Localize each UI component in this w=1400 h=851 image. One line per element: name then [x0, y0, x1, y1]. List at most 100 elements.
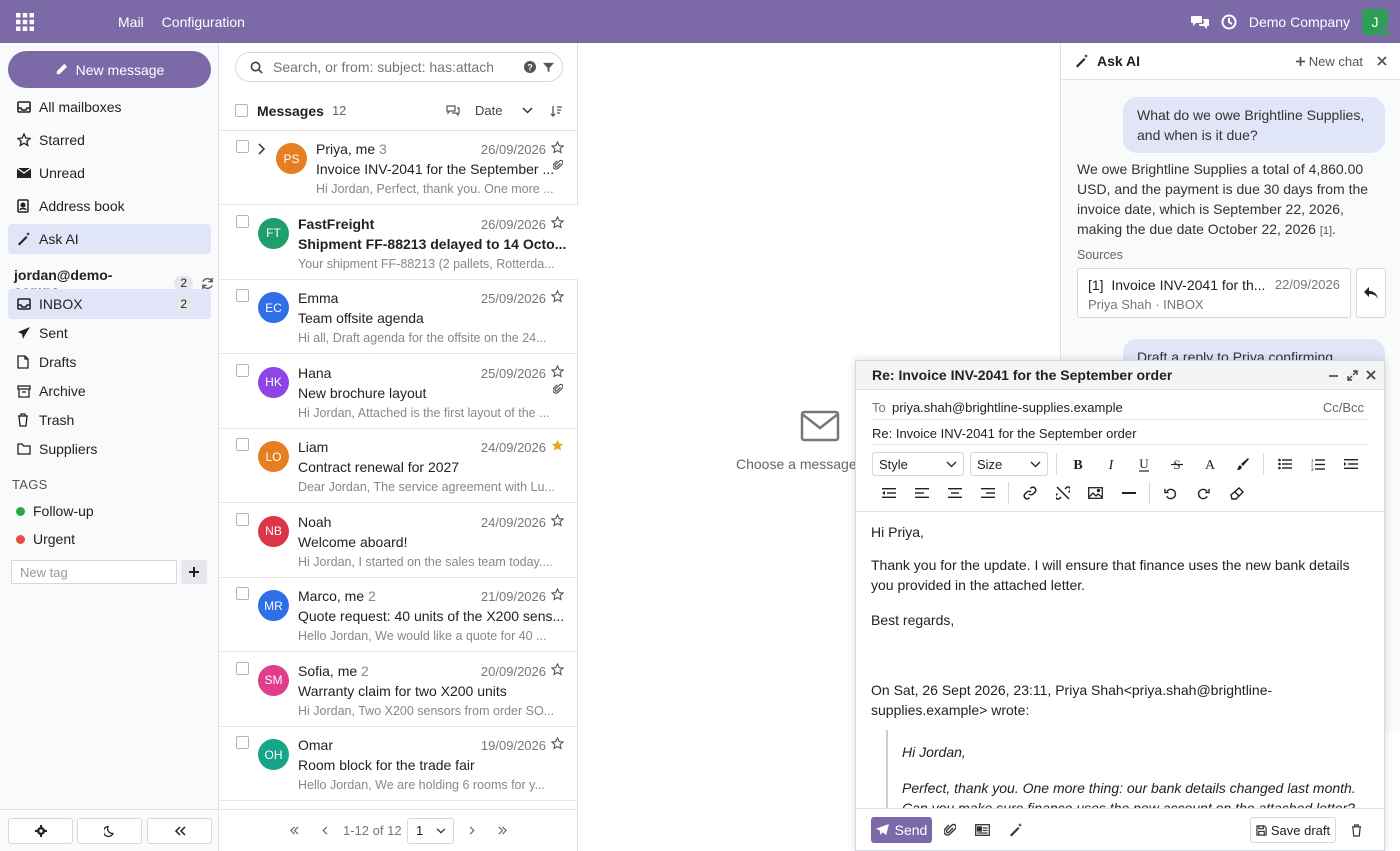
star-icon[interactable]	[551, 290, 564, 303]
expand-thread-icon[interactable]	[258, 143, 266, 155]
to-recipient[interactable]: priya.shah@brightline-supplies.example	[892, 400, 1123, 415]
sidebar-folder-archive[interactable]: Archive	[8, 376, 211, 406]
star-icon[interactable]	[551, 141, 564, 154]
align-center-icon[interactable]	[938, 481, 971, 505]
row-checkbox[interactable]	[236, 661, 249, 675]
thread-view-icon[interactable]	[446, 104, 460, 117]
star-icon[interactable]	[551, 513, 564, 527]
align-left-icon[interactable]	[905, 481, 938, 505]
strikethrough-icon[interactable]: S	[1160, 452, 1193, 476]
image-icon[interactable]	[1079, 481, 1112, 505]
message-row[interactable]: LO Liam 24/09/2026 Contract renewal for 20…	[220, 429, 578, 503]
star-icon[interactable]	[551, 215, 564, 229]
expand-icon[interactable]	[1347, 369, 1358, 381]
star-icon[interactable]	[551, 737, 564, 750]
checklist-icon[interactable]	[1334, 452, 1367, 476]
sidebar-folder-sent[interactable]: Sent	[8, 318, 211, 348]
sidebar-item-starred[interactable]: Starred	[8, 125, 211, 155]
row-checkbox[interactable]	[236, 214, 249, 228]
bold-icon[interactable]: B	[1061, 452, 1094, 476]
menu-mail[interactable]: Mail	[118, 14, 144, 30]
align-right-icon[interactable]	[971, 481, 1004, 505]
new-tag-input[interactable]: New tag	[11, 560, 177, 584]
sidebar-folder-drafts[interactable]: Drafts	[8, 347, 211, 377]
page-select[interactable]: 1	[407, 817, 454, 844]
citation-ref[interactable]: [1]	[1320, 225, 1332, 237]
row-checkbox[interactable]	[236, 438, 249, 451]
sidebar-folder-suppliers[interactable]: Suppliers	[8, 434, 211, 464]
template-icon[interactable]	[968, 817, 996, 843]
eraser-icon[interactable]	[1220, 481, 1253, 505]
company-switcher[interactable]: Demo Company	[1249, 14, 1350, 30]
message-row[interactable]: MR Marco, me 2 21/09/2026 Quote request: 40…	[220, 578, 578, 652]
trash-icon[interactable]	[1342, 817, 1370, 843]
row-checkbox[interactable]	[236, 736, 249, 749]
row-checkbox[interactable]	[236, 289, 249, 302]
sidebar-item-unread[interactable]: Unread	[8, 158, 211, 188]
next-page-icon[interactable]	[469, 826, 475, 835]
close-icon[interactable]	[1366, 370, 1376, 380]
save-draft-button[interactable]: Save draft	[1250, 817, 1336, 843]
help-icon[interactable]: ?	[524, 61, 536, 73]
clock-icon[interactable]	[1221, 14, 1237, 30]
tag-follow-up[interactable]: Follow-up	[16, 503, 94, 519]
row-checkbox[interactable]	[236, 512, 249, 526]
row-checkbox[interactable]	[236, 363, 249, 377]
reply-button[interactable]	[1356, 268, 1386, 318]
bullet-list-icon[interactable]	[1268, 452, 1301, 476]
message-row[interactable]: PS Priya, me 3 26/09/2026 Invoice INV-2041 …	[220, 131, 578, 205]
collapse-sidebar-button[interactable]	[147, 818, 212, 844]
undo-icon[interactable]	[1154, 481, 1187, 505]
message-row[interactable]: OH Omar 19/09/2026 Room block for the trad…	[220, 727, 578, 801]
sort-order-icon[interactable]	[550, 105, 562, 117]
star-icon[interactable]	[551, 588, 564, 601]
row-checkbox[interactable]	[236, 140, 249, 153]
compose-body-editor[interactable]: Hi Priya, Thank you for the update. I wi…	[856, 511, 1384, 809]
prev-page-icon[interactable]	[322, 826, 328, 835]
send-button[interactable]: Send	[871, 817, 932, 843]
link-icon[interactable]	[1013, 481, 1046, 505]
unlink-icon[interactable]	[1046, 481, 1079, 505]
filter-icon[interactable]	[543, 62, 554, 73]
message-row[interactable]: NB Noah 24/09/2026 Welcome aboard! Hi Jorda…	[220, 504, 578, 578]
magic-wand-icon[interactable]	[1002, 817, 1030, 843]
sidebar-folder-trash[interactable]: Trash	[8, 405, 211, 435]
user-avatar[interactable]: J	[1362, 8, 1391, 38]
font-color-icon[interactable]: A	[1193, 452, 1226, 476]
sort-label[interactable]: Date	[475, 103, 502, 118]
horizontal-rule-icon[interactable]	[1112, 481, 1145, 505]
sidebar-item-ask-ai[interactable]: Ask AI	[8, 224, 211, 254]
select-all-checkbox[interactable]	[235, 104, 248, 117]
star-icon[interactable]	[551, 662, 564, 676]
new-message-button[interactable]: New message	[8, 51, 211, 88]
sidebar-folder-inbox[interactable]: INBOX 2	[8, 289, 211, 319]
outdent-icon[interactable]	[872, 481, 905, 505]
refresh-icon[interactable]	[201, 277, 214, 290]
last-page-icon[interactable]	[498, 826, 507, 835]
to-field[interactable]: To priya.shah@brightline-supplies.exampl…	[872, 395, 1368, 420]
italic-icon[interactable]: I	[1094, 452, 1127, 476]
add-tag-button[interactable]	[181, 560, 207, 584]
menu-configuration[interactable]: Configuration	[162, 14, 245, 30]
dark-mode-button[interactable]	[77, 818, 142, 844]
minimize-icon[interactable]	[1328, 370, 1339, 381]
redo-icon[interactable]	[1187, 481, 1220, 505]
style-select[interactable]: Style	[872, 452, 964, 476]
numbered-list-icon[interactable]: 123	[1301, 452, 1334, 476]
chat-bubbles-icon[interactable]	[1190, 14, 1209, 30]
message-row[interactable]: HK Hana 25/09/2026 New brochure layout Hi J…	[220, 355, 578, 429]
message-row[interactable]: SM Sofia, me 2 20/09/2026 Warranty claim fo…	[220, 653, 578, 727]
cc-bcc-toggle[interactable]: Cc/Bcc	[1323, 400, 1364, 415]
search-input[interactable]	[273, 59, 493, 75]
sidebar-item-address-book[interactable]: Address book	[8, 191, 211, 221]
close-icon[interactable]	[1377, 56, 1387, 66]
settings-button[interactable]	[8, 818, 73, 844]
size-select[interactable]: Size	[970, 452, 1048, 476]
tag-urgent[interactable]: Urgent	[16, 531, 75, 547]
attachment-icon[interactable]	[936, 817, 964, 843]
subject-field[interactable]: Re: Invoice INV-2041 for the September o…	[872, 423, 1368, 445]
star-filled-icon[interactable]	[551, 439, 564, 452]
brush-icon[interactable]	[1226, 452, 1259, 476]
chevron-down-icon[interactable]	[522, 107, 533, 114]
first-page-icon[interactable]	[290, 826, 299, 835]
